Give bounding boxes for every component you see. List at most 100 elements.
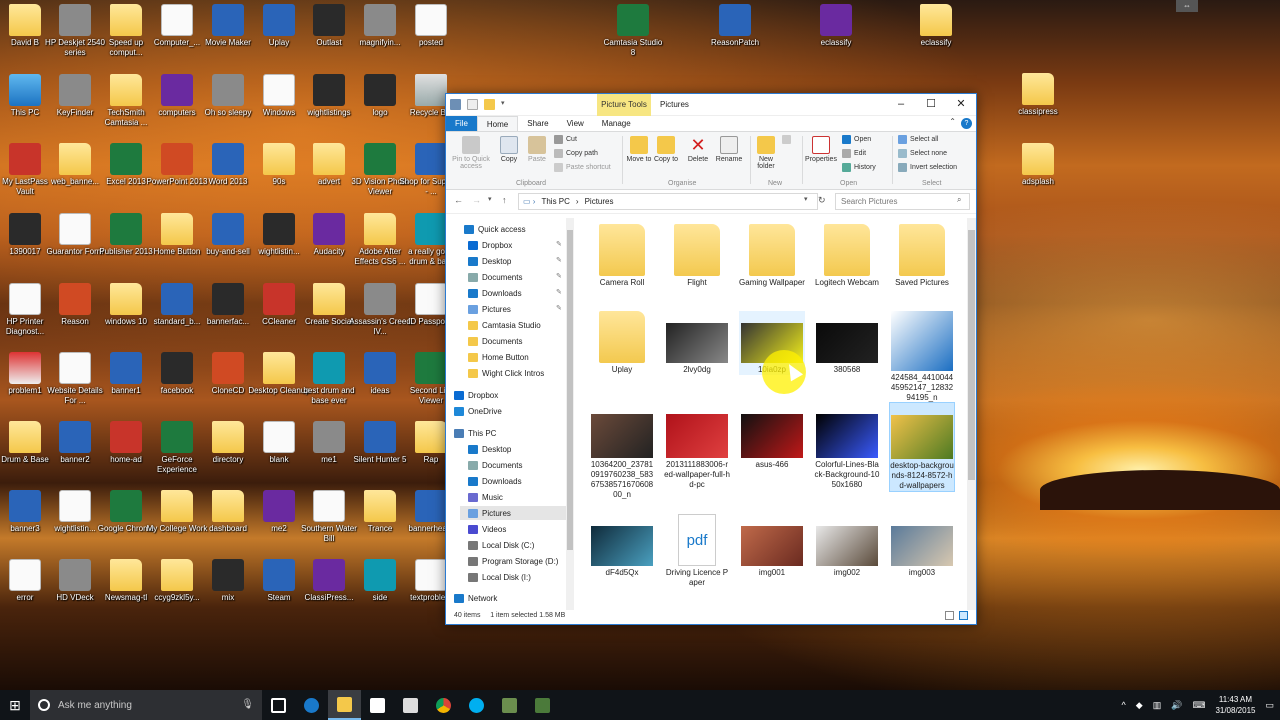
delete-button[interactable]: ✕ Delete xyxy=(684,136,712,163)
properties-quick-icon[interactable] xyxy=(467,99,478,110)
task-view-button[interactable] xyxy=(262,690,295,720)
folder-item[interactable]: Logitech Webcam xyxy=(814,224,880,288)
desktop-icon[interactable]: Camtasia Studio 8 xyxy=(601,4,665,58)
content-scroll-thumb[interactable] xyxy=(968,230,975,480)
nav-item[interactable]: Pictures xyxy=(460,302,566,316)
file-item[interactable]: dF4d5Qx xyxy=(589,514,655,578)
nav-item[interactable]: This PC xyxy=(446,426,566,440)
details-view-icon[interactable] xyxy=(945,611,954,620)
tab-view[interactable]: View xyxy=(558,116,593,131)
forward-arrow-icon[interactable]: → xyxy=(472,195,481,205)
copy-to-button[interactable]: Copy to xyxy=(653,136,679,163)
taskbar-store[interactable] xyxy=(361,690,394,720)
taskbar-camtasia-recorder[interactable] xyxy=(493,690,526,720)
tab-home[interactable]: Home xyxy=(476,116,519,131)
nav-scroll-thumb[interactable] xyxy=(567,230,573,550)
taskbar-chrome[interactable] xyxy=(427,690,460,720)
file-item[interactable]: 424584_441004445952147_1283294195_n xyxy=(889,311,955,403)
nav-item[interactable]: Home Button xyxy=(460,350,566,364)
pin-icon[interactable]: ✎ xyxy=(556,256,562,264)
taskbar-camtasia[interactable] xyxy=(526,690,559,720)
file-item[interactable]: 380568 xyxy=(814,311,880,375)
window-restore-widget[interactable]: ⇔ xyxy=(1176,0,1198,12)
large-icons-view-icon[interactable] xyxy=(959,611,968,620)
nav-item[interactable]: Music xyxy=(460,490,566,504)
pin-icon[interactable]: ✎ xyxy=(556,272,562,280)
nav-item[interactable]: Network xyxy=(446,591,566,605)
help-icon[interactable]: ? xyxy=(961,118,972,129)
nav-scrollbar[interactable] xyxy=(566,218,574,610)
desktop-icon[interactable]: eclassify xyxy=(804,4,868,48)
pin-icon[interactable]: ✎ xyxy=(556,240,562,248)
nav-item[interactable]: Desktop xyxy=(460,254,566,268)
tab-manage[interactable]: Manage xyxy=(593,116,640,131)
tab-share[interactable]: Share xyxy=(518,116,557,131)
action-center-icon[interactable]: ▭ xyxy=(1265,700,1274,711)
file-item[interactable]: img001 xyxy=(739,514,805,578)
maximize-button[interactable]: ☐ xyxy=(916,94,946,114)
select-all-button[interactable]: Select all xyxy=(898,135,938,144)
select-none-button[interactable]: Select none xyxy=(898,149,947,158)
close-button[interactable]: ✕ xyxy=(946,94,976,114)
taskbar-file-explorer[interactable] xyxy=(328,690,361,720)
nav-item[interactable]: Camtasia Studio xyxy=(460,318,566,332)
cortana-search[interactable]: Ask me anything 🎙 xyxy=(30,690,262,720)
start-button[interactable]: ⊞ xyxy=(0,690,30,720)
file-item[interactable]: img003 xyxy=(889,514,955,578)
minimize-button[interactable]: – xyxy=(886,94,916,114)
folder-item[interactable]: Uplay xyxy=(589,311,655,375)
nav-item[interactable]: Wight Click Intros xyxy=(460,366,566,380)
copy-path-button[interactable]: Copy path xyxy=(554,149,598,158)
desktop-icon[interactable]: adsplash xyxy=(1006,143,1070,187)
nav-item[interactable]: Pictures xyxy=(460,506,566,520)
taskbar-skype[interactable] xyxy=(460,690,493,720)
edit-button[interactable]: Edit xyxy=(842,149,866,158)
show-hidden-icons[interactable]: ^ xyxy=(1122,700,1126,710)
nav-item[interactable]: Program Storage (D:) xyxy=(460,554,566,568)
customize-chevron-icon[interactable]: ▾ xyxy=(501,99,507,110)
search-input[interactable]: Search Pictures xyxy=(835,193,970,210)
file-item[interactable]: 10364200_237810919760238_583675385716706… xyxy=(589,402,655,500)
copy-button[interactable]: Copy xyxy=(496,136,522,163)
pin-icon[interactable]: ✎ xyxy=(556,304,562,312)
taskbar-edge[interactable] xyxy=(295,690,328,720)
nav-item[interactable]: Dropbox xyxy=(446,388,566,402)
nav-item[interactable]: Desktop xyxy=(460,442,566,456)
nav-item[interactable]: Documents xyxy=(460,458,566,472)
history-button[interactable]: History xyxy=(842,163,876,172)
content-scrollbar[interactable] xyxy=(967,218,976,610)
desktop-icon[interactable]: ReasonPatch xyxy=(703,4,767,48)
title-bar[interactable]: ▾ Picture Tools Pictures – ☐ ✕ xyxy=(446,94,976,116)
microphone-icon[interactable]: 🎙 xyxy=(241,699,254,710)
window-menu-icon[interactable] xyxy=(450,99,461,110)
nav-item[interactable]: Documents xyxy=(460,334,566,348)
nav-item[interactable]: Local Disk (I:) xyxy=(460,570,566,584)
folder-item[interactable]: Gaming Wallpaper xyxy=(739,224,805,288)
network-tray-icon[interactable]: ▥ xyxy=(1153,700,1162,711)
new-folder-button[interactable]: New folder xyxy=(752,136,780,170)
open-button[interactable]: Open xyxy=(842,135,871,144)
nav-item[interactable]: OneDrive xyxy=(446,404,566,418)
new-folder-quick-icon[interactable] xyxy=(484,99,495,110)
taskbar-calculator[interactable] xyxy=(394,690,427,720)
file-item[interactable]: asus-466 xyxy=(739,402,805,470)
refresh-icon[interactable]: ↻ xyxy=(818,195,826,206)
file-item[interactable]: 2lvy0dg xyxy=(664,311,730,375)
cut-button[interactable]: Cut xyxy=(554,135,577,144)
file-item[interactable]: Colorful-Lines-Black-Background-1050x168… xyxy=(814,402,880,490)
invert-selection-button[interactable]: Invert selection xyxy=(898,163,957,172)
new-item-icon[interactable] xyxy=(782,135,791,144)
address-dropdown-icon[interactable]: ▾ xyxy=(804,195,808,203)
folder-item[interactable]: Flight xyxy=(664,224,730,288)
file-item[interactable]: desktop-backgrounds-8124-8572-hd-wallpap… xyxy=(889,402,955,492)
rename-button[interactable]: Rename xyxy=(714,136,744,163)
nav-item[interactable]: Videos xyxy=(460,522,566,536)
desktop-icon[interactable]: posted xyxy=(399,4,463,48)
breadcrumb-pictures[interactable]: Pictures xyxy=(585,194,614,209)
nav-item[interactable]: Dropbox xyxy=(460,238,566,252)
properties-button[interactable]: Properties xyxy=(804,136,838,163)
nav-item[interactable]: Quick access xyxy=(456,222,566,236)
dropbox-tray-icon[interactable]: ◆ xyxy=(1136,700,1143,711)
volume-icon[interactable]: 🔊 xyxy=(1171,700,1182,711)
file-item[interactable]: 2013111883006-red-wallpaper-full-hd-pc xyxy=(664,402,730,490)
